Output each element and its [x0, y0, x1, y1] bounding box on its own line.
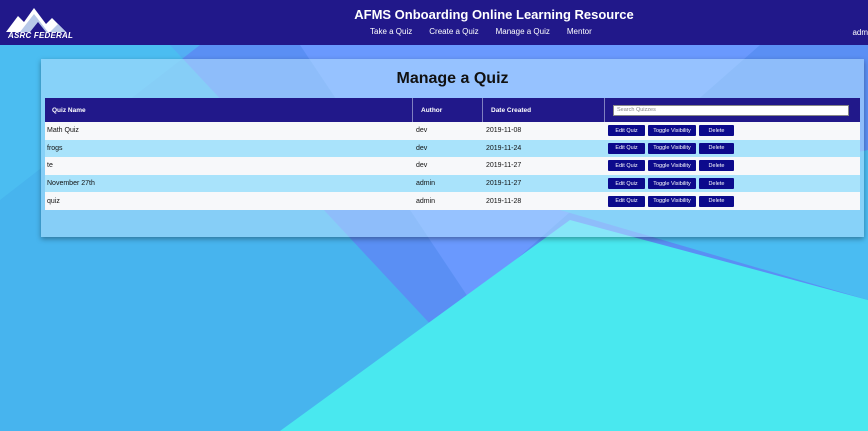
page-title: Manage a Quiz — [396, 70, 509, 87]
logo-text: ASRC FEDERAL — [8, 31, 74, 40]
delete-button[interactable]: Delete — [699, 178, 734, 190]
quiz-author: admin — [416, 197, 436, 205]
quiz-name: frogs — [47, 144, 63, 152]
quiz-date: 2019-11-27 — [486, 162, 522, 170]
edit-quiz-button[interactable]: Edit Quiz — [608, 125, 645, 137]
nav-take-quiz[interactable]: Take a Quiz — [370, 27, 412, 36]
quiz-date: 2019-11-08 — [486, 127, 522, 135]
quiz-author: dev — [416, 144, 428, 152]
app-title: AFMS Onboarding Online Learning Resource — [354, 7, 634, 22]
header-search-cell — [605, 98, 860, 122]
delete-button[interactable]: Delete — [699, 125, 734, 137]
row-actions: Edit Quiz Toggle Visibility Delete — [605, 125, 860, 137]
quiz-name: November 27th — [47, 180, 95, 188]
header-author: Author — [413, 98, 483, 122]
delete-button[interactable]: Delete — [699, 195, 734, 207]
quiz-name: Math Quiz — [47, 127, 79, 135]
table-row: frogs dev 2019-11-24 Edit Quiz Toggle Vi… — [45, 139, 860, 158]
nav-manage-quiz[interactable]: Manage a Quiz — [496, 27, 550, 36]
toggle-visibility-button[interactable]: Toggle Visibility — [648, 160, 696, 172]
edit-quiz-button[interactable]: Edit Quiz — [608, 195, 645, 207]
delete-button[interactable]: Delete — [699, 160, 734, 172]
toggle-visibility-button[interactable]: Toggle Visibility — [648, 178, 696, 190]
table-row: te dev 2019-11-27 Edit Quiz Toggle Visib… — [45, 157, 860, 175]
quiz-date: 2019-11-27 — [486, 180, 522, 188]
table-row: November 27th admin 2019-11-27 Edit Quiz… — [45, 174, 860, 193]
quiz-date: 2019-11-28 — [486, 197, 522, 205]
table-row: quiz admin 2019-11-28 Edit Quiz Toggle V… — [45, 192, 860, 210]
top-navbar: ASRC FEDERAL AFMS Onboarding Online Lear… — [0, 0, 868, 45]
nav-mentor[interactable]: Mentor — [567, 27, 592, 36]
row-actions: Edit Quiz Toggle Visibility Delete — [605, 195, 860, 207]
quiz-name: te — [47, 162, 53, 170]
edit-quiz-button[interactable]: Edit Quiz — [608, 142, 645, 154]
table-header: Quiz Name Author Date Created — [45, 98, 860, 122]
quiz-author: dev — [416, 162, 428, 170]
toggle-visibility-button[interactable]: Toggle Visibility — [648, 195, 696, 207]
nav-create-quiz[interactable]: Create a Quiz — [429, 27, 478, 36]
quiz-author: admin — [416, 180, 436, 188]
quiz-author: dev — [416, 127, 428, 135]
quiz-name: quiz — [47, 197, 60, 205]
toggle-visibility-button[interactable]: Toggle Visibility — [648, 125, 696, 137]
delete-button[interactable]: Delete — [699, 142, 734, 154]
toggle-visibility-button[interactable]: Toggle Visibility — [648, 142, 696, 154]
header-date-created: Date Created — [483, 98, 605, 122]
quiz-table: Quiz Name Author Date Created Math Quiz … — [45, 98, 860, 210]
user-menu[interactable]: adm — [852, 28, 868, 37]
header-quiz-name: Quiz Name — [45, 98, 413, 122]
row-actions: Edit Quiz Toggle Visibility Delete — [605, 178, 860, 190]
row-actions: Edit Quiz Toggle Visibility Delete — [605, 160, 860, 172]
table-row: Math Quiz dev 2019-11-08 Edit Quiz Toggl… — [45, 122, 860, 140]
edit-quiz-button[interactable]: Edit Quiz — [608, 178, 645, 190]
row-actions: Edit Quiz Toggle Visibility Delete — [605, 142, 860, 154]
search-input[interactable] — [613, 104, 849, 116]
edit-quiz-button[interactable]: Edit Quiz — [608, 160, 645, 172]
manage-quiz-panel: Manage a Quiz Quiz Name Author Date Crea… — [41, 59, 864, 237]
main-nav: Take a Quiz Create a Quiz Manage a Quiz … — [370, 27, 609, 36]
quiz-date: 2019-11-24 — [486, 144, 522, 152]
